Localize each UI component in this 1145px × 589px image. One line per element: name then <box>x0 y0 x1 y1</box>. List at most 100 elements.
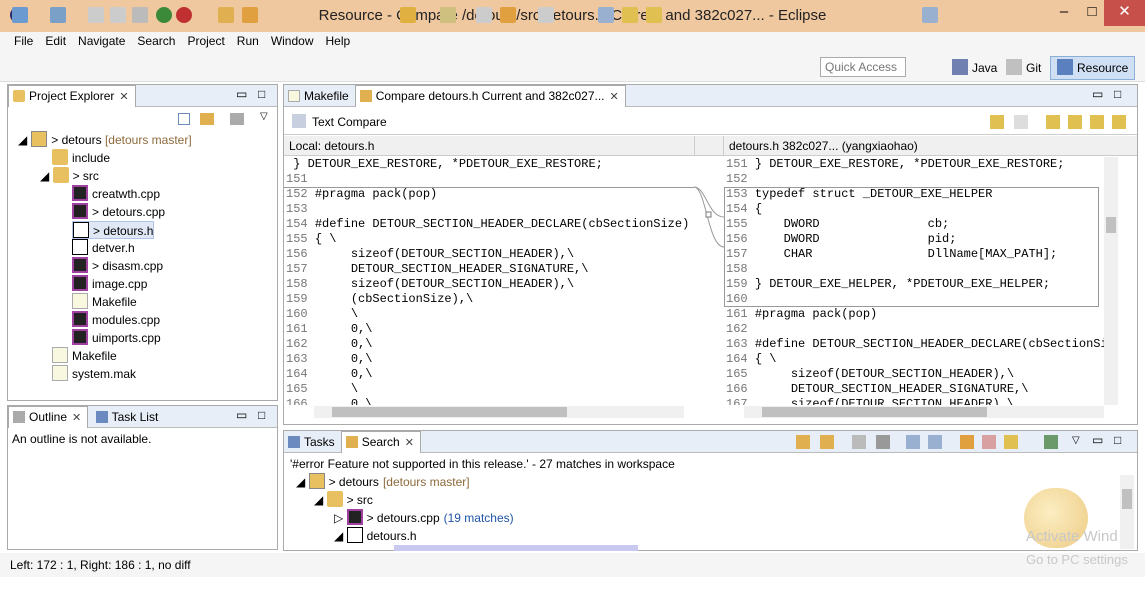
maximize-view-icon[interactable]: □ <box>258 87 265 101</box>
perspective-git[interactable]: Git <box>1006 58 1041 78</box>
perspective-resource[interactable]: Resource <box>1050 56 1136 80</box>
search-history-icon[interactable] <box>1004 435 1018 449</box>
tree-item[interactable]: include <box>52 149 110 167</box>
menu-search[interactable]: Search <box>131 32 181 50</box>
tab-task-list[interactable]: Task List <box>92 407 165 429</box>
minimize-view-icon[interactable]: ▭ <box>1092 433 1103 447</box>
last-edit-icon[interactable] <box>476 7 492 23</box>
debug-icon[interactable] <box>176 7 192 23</box>
tab-outline[interactable]: Outline ✕ <box>8 406 89 428</box>
next-diff-icon[interactable] <box>622 7 638 23</box>
tab-search[interactable]: Search ✕ <box>340 431 421 453</box>
save-icon[interactable] <box>88 7 104 23</box>
search-result-item[interactable]: ▷ > detours.cpp (19 matches) <box>334 509 514 527</box>
expand-all-icon[interactable] <box>906 435 920 449</box>
expand-arrow-icon[interactable]: ▷ <box>334 511 347 525</box>
close-icon[interactable]: ✕ <box>72 412 81 424</box>
tree-item-project[interactable]: ◢ > detours [detours master] <box>18 131 192 149</box>
expand-arrow-icon[interactable]: ◢ <box>314 493 327 507</box>
filter-icon[interactable] <box>230 113 244 125</box>
tree-item[interactable]: > detours.cpp <box>72 203 165 221</box>
prev-difference-icon[interactable] <box>1068 115 1082 129</box>
view-menu-icon[interactable]: ▽ <box>260 111 268 122</box>
scroll-thumb[interactable] <box>1122 489 1132 509</box>
search-result-item[interactable]: ◢ > src <box>314 491 373 509</box>
perspective-java[interactable]: Java <box>952 58 997 78</box>
refresh-icon[interactable] <box>960 435 974 449</box>
prev-change-icon[interactable] <box>1112 115 1126 129</box>
tree-item[interactable]: modules.cpp <box>72 311 160 329</box>
expand-arrow-icon[interactable]: ◢ <box>334 529 347 543</box>
scroll-thumb[interactable] <box>1106 217 1116 233</box>
menu-help[interactable]: Help <box>320 32 357 50</box>
tab-tasks[interactable]: Tasks <box>284 432 341 454</box>
tree-item[interactable]: creatwth.cpp <box>72 185 160 203</box>
remove-match-icon[interactable] <box>852 435 866 449</box>
maximize-view-icon[interactable]: □ <box>258 408 265 422</box>
view-menu-icon[interactable]: ▽ <box>1072 435 1080 446</box>
right-vscrollbar[interactable] <box>1104 157 1118 405</box>
maximize-button[interactable]: □ <box>1078 0 1106 26</box>
tree-item[interactable]: Makefile <box>52 347 117 365</box>
tree-item[interactable]: detver.h <box>72 239 135 257</box>
next-annotation-icon[interactable] <box>400 7 416 23</box>
prev-match-icon[interactable] <box>820 435 834 449</box>
minimize-view-icon[interactable]: ▭ <box>1092 87 1103 101</box>
tab-project-explorer[interactable]: Project Explorer ✕ <box>8 85 136 107</box>
collapse-all-icon[interactable] <box>928 435 942 449</box>
next-difference-icon[interactable] <box>1046 115 1060 129</box>
highlighted-match-row[interactable] <box>394 545 638 551</box>
minimize-view-icon[interactable]: ▭ <box>236 87 247 101</box>
quick-access-input[interactable]: Quick Access <box>820 57 906 77</box>
prev-diff-icon[interactable] <box>646 7 662 23</box>
search-vscrollbar[interactable] <box>1120 475 1134 549</box>
expand-arrow-icon[interactable]: ◢ <box>296 475 309 489</box>
expand-arrow-icon[interactable]: ◢ <box>40 169 53 183</box>
maximize-view-icon[interactable]: □ <box>1114 87 1121 101</box>
tree-item[interactable]: image.cpp <box>72 275 147 293</box>
open-perspective-icon[interactable] <box>922 7 938 23</box>
close-button[interactable]: ✕ <box>1104 0 1145 26</box>
menu-navigate[interactable]: Navigate <box>72 32 131 50</box>
remove-all-icon[interactable] <box>876 435 890 449</box>
back-icon[interactable] <box>500 7 516 23</box>
close-icon[interactable]: ✕ <box>610 91 619 103</box>
tree-item[interactable]: > disasm.cpp <box>72 257 163 275</box>
menu-run[interactable]: Run <box>231 32 265 50</box>
search-result-item[interactable]: ◢ detours.h <box>334 527 417 545</box>
run-icon[interactable] <box>156 7 172 23</box>
compare-icon[interactable] <box>598 7 614 23</box>
minimize-view-icon[interactable]: ▭ <box>236 408 247 422</box>
cancel-search-icon[interactable] <box>982 435 996 449</box>
maximize-view-icon[interactable]: □ <box>1114 433 1121 447</box>
external-tools-icon[interactable] <box>242 7 258 23</box>
tree-item[interactable]: ◢ > src <box>40 167 99 185</box>
tab-makefile[interactable]: Makefile <box>284 86 355 108</box>
next-match-icon[interactable] <box>796 435 810 449</box>
tree-item[interactable]: uimports.cpp <box>72 329 161 347</box>
copy-left-icon[interactable] <box>990 115 1004 129</box>
left-hscrollbar[interactable] <box>314 406 684 418</box>
new-icon[interactable] <box>12 7 28 23</box>
right-hscrollbar[interactable] <box>744 406 1104 418</box>
menu-window[interactable]: Window <box>265 32 320 50</box>
copy-right-icon[interactable] <box>1014 115 1028 129</box>
minimize-button[interactable]: – <box>1050 0 1078 26</box>
scroll-thumb[interactable] <box>762 407 987 417</box>
left-code-pane[interactable]: } DETOUR_EXE_RESTORE, *PDETOUR_EXE_RESTO… <box>284 157 694 405</box>
collapse-all-icon[interactable] <box>178 113 190 125</box>
tree-item[interactable]: system.mak <box>52 365 136 383</box>
search-result-item[interactable]: ◢ > detours [detours master] <box>296 473 470 491</box>
next-change-icon[interactable] <box>1090 115 1104 129</box>
tab-compare[interactable]: Compare detours.h Current and 382c027...… <box>354 85 626 107</box>
scroll-thumb[interactable] <box>332 407 567 417</box>
forward-icon[interactable] <box>538 7 554 23</box>
prev-annotation-icon[interactable] <box>440 7 456 23</box>
menu-edit[interactable]: Edit <box>39 32 72 50</box>
print-icon[interactable] <box>132 7 148 23</box>
close-icon[interactable]: ✕ <box>405 437 414 449</box>
link-editor-icon[interactable] <box>200 113 214 125</box>
menu-project[interactable]: Project <box>181 32 230 50</box>
close-icon[interactable]: ✕ <box>119 91 128 103</box>
pin-icon[interactable] <box>1044 435 1058 449</box>
